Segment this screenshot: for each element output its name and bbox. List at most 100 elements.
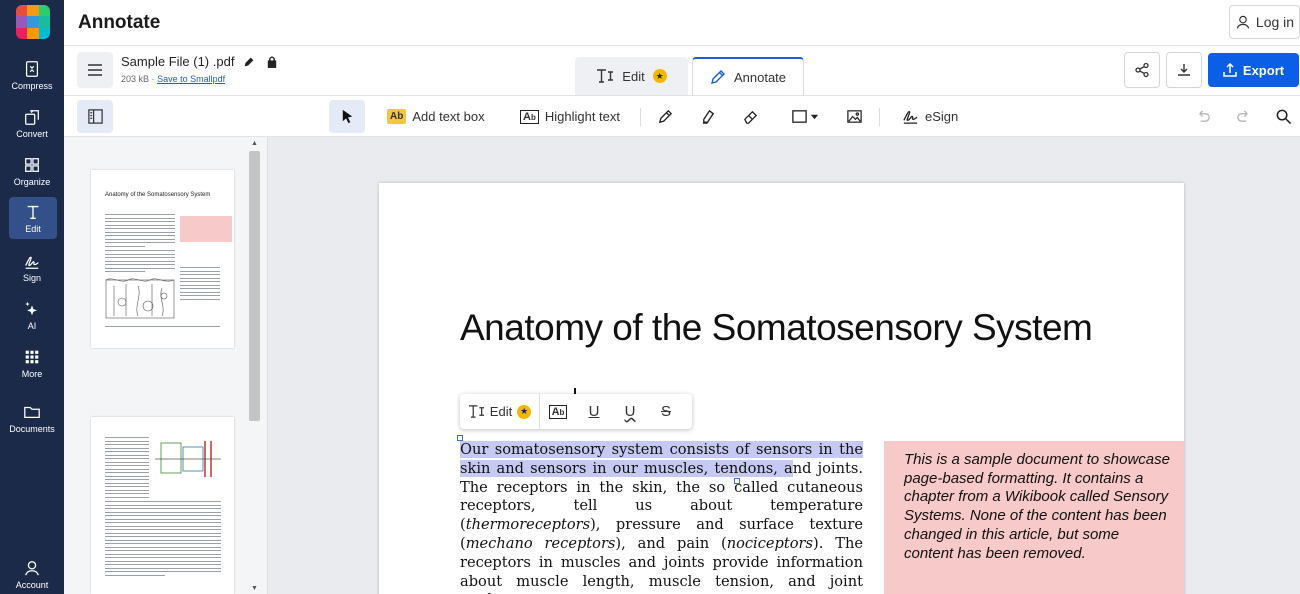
thumbnail-line [105, 458, 149, 459]
document-title[interactable]: Anatomy of the Somatosensory System [460, 307, 1093, 349]
float-underline-button[interactable]: U [576, 394, 612, 429]
float-squiggly-button[interactable]: U [612, 394, 648, 429]
thumbnail-line [105, 560, 221, 562]
rail-item-organize[interactable]: Organize [0, 156, 64, 202]
pdf-page: Anatomy of the Somatosensory System Edit… [379, 183, 1184, 594]
thumbnail-line [105, 511, 221, 513]
scroll-down-arrow[interactable]: ▼ [251, 585, 258, 592]
thumbnail-title: Anatomy of the Somatosensory System [105, 192, 211, 198]
thumbnail-line [105, 489, 149, 491]
thumbnail-line [105, 532, 221, 534]
logo-tile [16, 16, 28, 28]
thumbnail-line [105, 553, 221, 555]
thumbnails-panel: Anatomy of the Somatosensory System 1 [64, 137, 268, 594]
thumbnail-line [105, 482, 149, 484]
rail-item-sign[interactable]: Sign [0, 252, 64, 298]
float-edit-button[interactable]: Edit ★ [460, 394, 540, 429]
redo-button[interactable] [1235, 100, 1252, 133]
rail-item-ai[interactable]: AI [0, 300, 64, 346]
thumbnail-line [105, 257, 175, 258]
annotate-toolbar: Ab Add text box Ab Highlight text eSign [64, 95, 1300, 137]
convert-icon [25, 110, 39, 125]
thumbnail-line [105, 465, 149, 466]
select-tool-button[interactable] [329, 100, 365, 133]
download-icon [1178, 64, 1190, 76]
logo-tile [27, 27, 39, 39]
shape-tool-button[interactable] [791, 100, 819, 133]
highlight-text-icon: Ab [520, 109, 539, 124]
file-size: 203 kB [121, 74, 150, 84]
thumbnail-line [105, 508, 221, 509]
thumbnail-line [105, 564, 221, 565]
search-icon [1276, 109, 1292, 125]
account-icon [25, 561, 39, 576]
note-sidebox[interactable]: This is a sample document to showcase pa… [884, 441, 1184, 594]
save-to-smallpdf-link[interactable]: Save to Smallpdf [157, 74, 225, 84]
thumbnail-line [105, 242, 175, 243]
highlight-text-button[interactable]: Ab Highlight text [520, 100, 620, 133]
image-tool-button[interactable] [846, 100, 863, 133]
menu-button[interactable] [77, 52, 113, 88]
thumbnail-line [105, 447, 149, 449]
rail-item-account[interactable]: Account [0, 559, 64, 594]
rail-item-convert[interactable]: Convert [0, 108, 64, 154]
page-thumbnail-2[interactable] [91, 417, 234, 594]
share-button[interactable] [1124, 52, 1160, 88]
search-button[interactable] [1275, 100, 1292, 133]
scroll-up-arrow[interactable]: ▲ [251, 140, 258, 147]
tab-edit[interactable]: Edit ★ [575, 57, 688, 95]
meta-separator: · [151, 74, 155, 84]
float-highlight-button[interactable]: Ab [540, 394, 576, 429]
redo-icon [1237, 110, 1248, 122]
thumbnail-line [180, 281, 220, 282]
edit-text-icon [27, 205, 39, 219]
user-icon [1236, 15, 1250, 29]
sign-icon [25, 256, 39, 269]
rail-item-documents[interactable]: Documents [0, 403, 64, 449]
more-grid-icon [25, 350, 39, 364]
export-button[interactable]: Export [1208, 53, 1299, 87]
thumbnail-line [105, 567, 221, 569]
logo-tile [16, 5, 28, 17]
thumbnail-line [105, 444, 149, 445]
esign-button[interactable]: eSign [902, 100, 958, 133]
login-button[interactable]: Log in [1229, 5, 1300, 39]
rename-pencil-icon[interactable] [242, 55, 256, 69]
file-name[interactable]: Sample File (1) .pdf [121, 54, 234, 69]
undo-button[interactable] [1195, 100, 1212, 133]
thumbnails-toggle-button[interactable] [77, 100, 113, 133]
tab-annotate[interactable]: Annotate [692, 57, 804, 95]
app-rail: Compress Convert Organize Edit Sign AI M… [0, 0, 64, 594]
eraser-tool-button[interactable] [742, 100, 759, 133]
thumbnails-scrollbar[interactable] [249, 151, 260, 421]
smallpdf-logo[interactable] [16, 5, 50, 39]
logo-tile [27, 16, 39, 28]
thumbnail-line [105, 214, 175, 215]
rail-label: Edit [25, 224, 41, 234]
selection-start-handle[interactable] [457, 435, 463, 441]
pencil-icon [711, 70, 725, 84]
thumbnail-line [105, 486, 149, 487]
rail-item-edit[interactable]: Edit [9, 197, 57, 239]
lock-icon[interactable] [265, 55, 279, 69]
thumbnail-line [105, 245, 145, 247]
divider [879, 108, 880, 126]
logo-tile [16, 27, 28, 39]
download-button[interactable] [1166, 52, 1202, 88]
add-text-box-label: Add text box [412, 109, 485, 124]
selection-end-handle[interactable] [734, 478, 740, 484]
pen-tool-button[interactable] [657, 100, 674, 133]
add-text-box-button[interactable]: Ab Add text box [387, 100, 485, 133]
muscle-diagram-image [155, 441, 221, 477]
skin-diagram-image [105, 278, 175, 319]
hamburger-icon [88, 64, 102, 76]
body-paragraph[interactable]: Our somatosensory system consists of sen… [460, 441, 863, 594]
page-thumbnail-1[interactable]: Anatomy of the Somatosensory System [91, 170, 234, 348]
rail-item-more[interactable]: More [0, 348, 64, 394]
rail-item-compress[interactable]: Compress [0, 60, 64, 106]
paragraph-italic: mechano receptors [465, 534, 616, 552]
thumbnail-line [105, 574, 165, 576]
file-meta: 203 kB · Save to Smallpdf [121, 74, 225, 84]
highlighter-tool-button[interactable] [700, 100, 717, 133]
float-strikethrough-button[interactable]: S [648, 394, 684, 429]
